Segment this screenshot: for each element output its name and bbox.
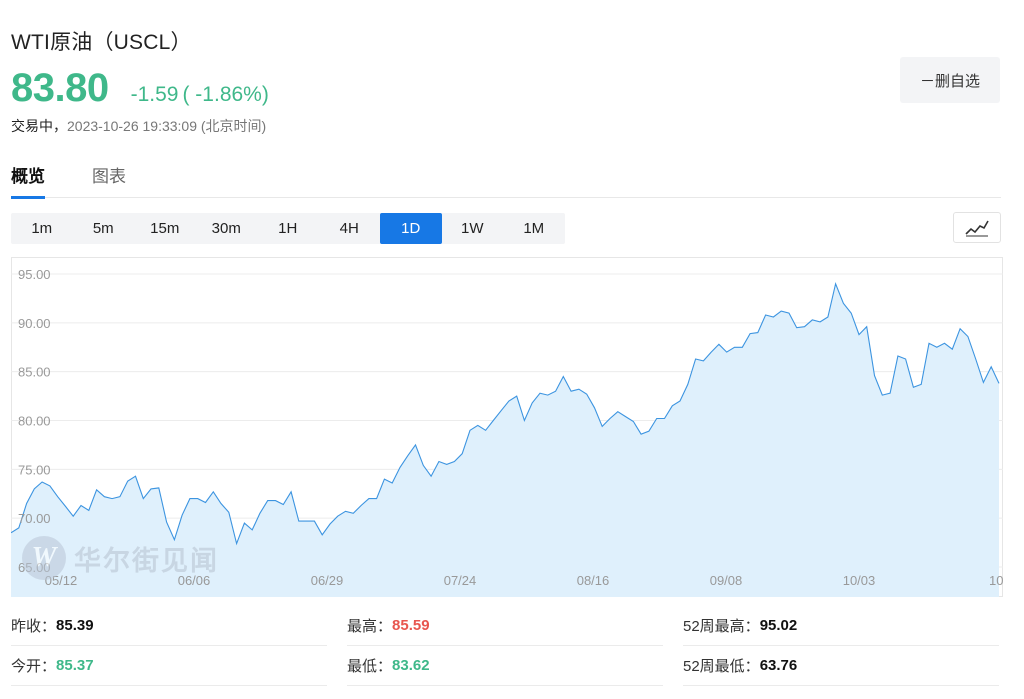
- period-selector: 1m 5m 15m 30m 1H 4H 1D 1W 1M: [11, 213, 565, 244]
- y-tick-label: 80.00: [18, 414, 51, 429]
- period-15m[interactable]: 15m: [134, 213, 196, 244]
- stat-52w-high: 52周最高： 95.02: [683, 606, 999, 646]
- stat-low: 最低： 83.62: [347, 646, 663, 686]
- stat-value: 63.76: [759, 657, 798, 674]
- quote-timestamp: 2023-10-26 19:33:09 (北京时间): [67, 118, 267, 134]
- stat-prev-close: 昨收： 85.39: [11, 606, 327, 646]
- stat-label: 52周最低：: [683, 658, 760, 675]
- period-1d[interactable]: 1D: [380, 213, 442, 244]
- view-tabs: 概览 图表: [11, 162, 1001, 199]
- period-4h[interactable]: 4H: [319, 213, 381, 244]
- price-row: 83.80 -1.59 ( -1.86%): [11, 66, 269, 111]
- stat-label: 52周最高：: [683, 618, 760, 635]
- stat-value: 85.59: [392, 617, 430, 634]
- x-tick-label: 06/29: [311, 573, 344, 588]
- x-tick-label: 09/08: [710, 573, 743, 588]
- period-1w[interactable]: 1W: [442, 213, 504, 244]
- price-change: -1.59: [130, 83, 179, 106]
- x-tick-label: 08/16: [577, 573, 610, 588]
- stat-high: 最高： 85.59: [347, 606, 663, 646]
- x-tick-label: 10/2: [989, 573, 1003, 588]
- period-1h[interactable]: 1H: [257, 213, 319, 244]
- trading-status-row: 交易中，2023-10-26 19:33:09 (北京时间): [11, 116, 266, 136]
- trading-status: 交易中，: [11, 118, 67, 134]
- stat-label: 最高：: [347, 618, 393, 635]
- stat-label: 今开：: [11, 658, 57, 675]
- stat-label: 最低：: [347, 658, 393, 675]
- stat-value: 85.39: [56, 617, 94, 634]
- last-price: 83.80: [11, 66, 109, 110]
- instrument-title: WTI原油（USCL）: [11, 31, 192, 54]
- wallstreetcn-logo-icon: W: [22, 536, 66, 580]
- period-1mo[interactable]: 1M: [503, 213, 565, 244]
- stat-label: 昨收：: [11, 618, 57, 635]
- stat-open: 今开： 85.37: [11, 646, 327, 686]
- tab-chart-label: 图表: [92, 167, 126, 186]
- watermark-text: 华尔街见闻: [74, 545, 219, 577]
- stat-52w-low: 52周最低： 63.76: [683, 646, 999, 686]
- stat-value: 95.02: [759, 617, 798, 634]
- y-tick-label: 75.00: [18, 462, 51, 477]
- watermark-mark: W: [31, 542, 57, 573]
- period-5m[interactable]: 5m: [73, 213, 135, 244]
- y-tick-label: 95.00: [18, 267, 51, 282]
- tab-overview-label: 概览: [11, 167, 45, 186]
- period-1m[interactable]: 1m: [11, 213, 73, 244]
- y-tick-label: 85.00: [18, 365, 51, 380]
- x-tick-label: 10/03: [843, 573, 876, 588]
- watermark: W 华尔街见闻: [22, 536, 219, 580]
- y-tick-label: 70.00: [18, 511, 51, 526]
- tab-chart[interactable]: 图表: [92, 162, 126, 198]
- y-tick-label: 90.00: [18, 316, 51, 331]
- remove-watchlist-button[interactable]: －删自选: [900, 57, 1000, 103]
- tab-overview[interactable]: 概览: [11, 162, 45, 199]
- chart-type-button[interactable]: [953, 212, 1001, 243]
- x-tick-label: 07/24: [444, 573, 477, 588]
- stat-value: 85.37: [56, 657, 94, 674]
- period-30m[interactable]: 30m: [196, 213, 258, 244]
- price-change-percent: ( -1.86%): [182, 83, 269, 106]
- stat-value: 83.62: [392, 657, 430, 674]
- line-chart-icon: [965, 220, 989, 236]
